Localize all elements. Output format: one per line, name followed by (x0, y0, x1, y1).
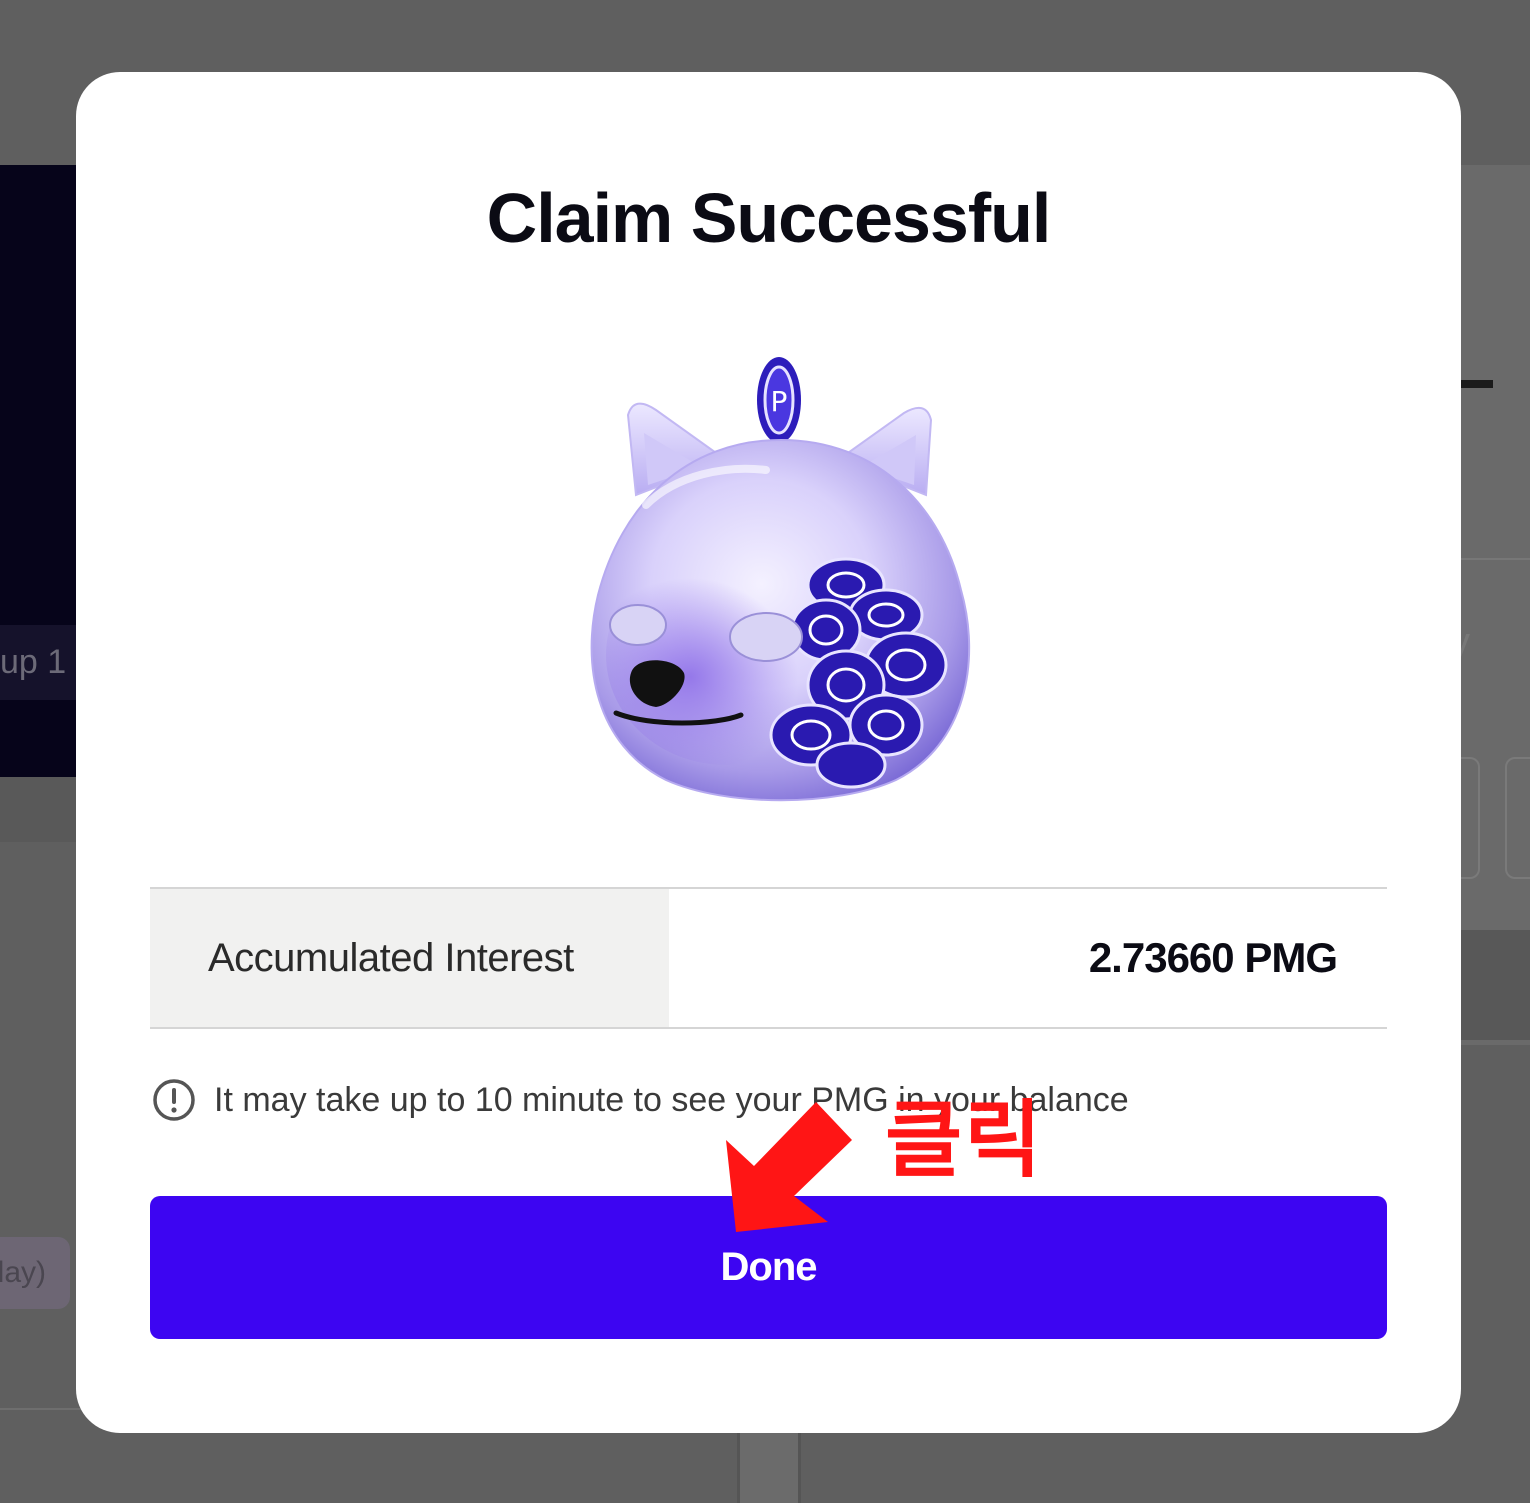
red-arrow-icon (726, 1102, 852, 1232)
background-box (1505, 757, 1530, 879)
click-annotation-text: 클릭 (885, 1091, 1044, 1189)
accumulated-interest-row: Accumulated Interest 2.73660 PMG (150, 887, 1387, 1029)
modal-title: Claim Successful (486, 179, 1052, 257)
background-divider (0, 1408, 90, 1410)
shiba-piggy-bank-icon: P (590, 357, 971, 802)
background-bar (737, 1430, 801, 1503)
accumulated-interest-label: Accumulated Interest (150, 889, 669, 1027)
exclamation-circle-icon (153, 1079, 195, 1121)
svg-text:P: P (771, 385, 788, 418)
background-pill: day) (0, 1237, 70, 1309)
accumulated-interest-value: 2.73660 PMG (1088, 934, 1338, 981)
